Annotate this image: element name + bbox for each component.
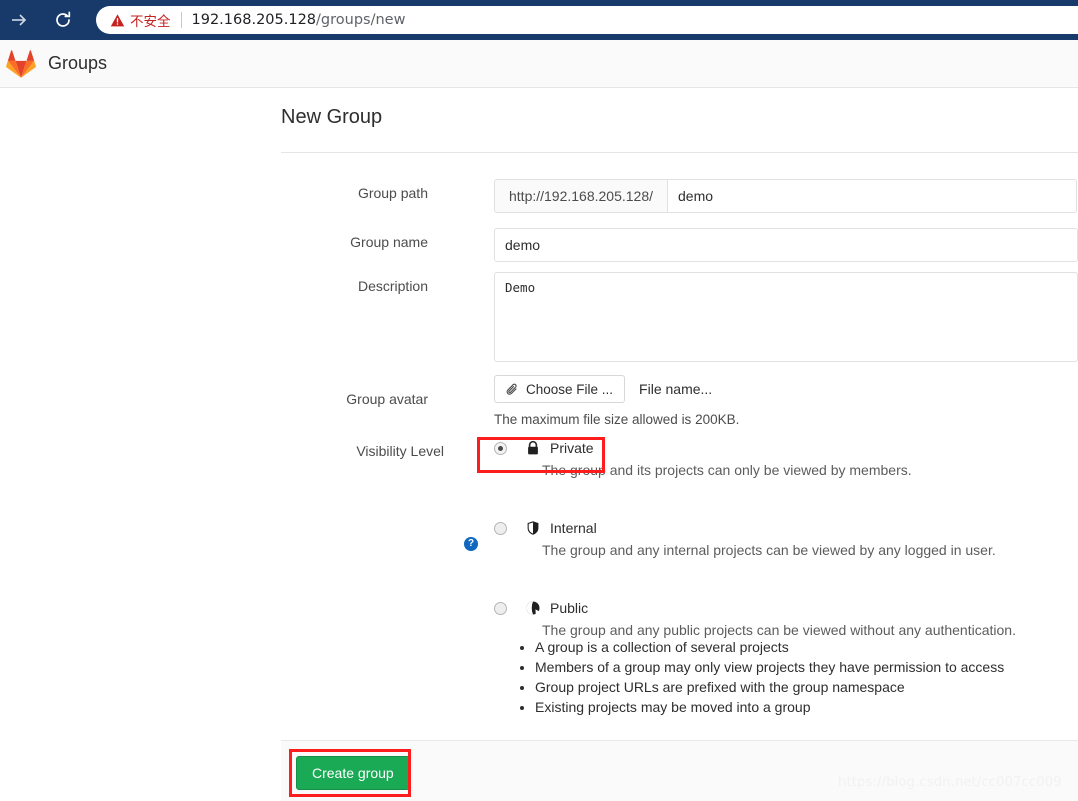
url-text: 192.168.205.128/groups/new	[192, 12, 406, 28]
visibility-name-internal: Internal	[550, 520, 597, 536]
group-path-prefix: http://192.168.205.128/	[494, 179, 668, 213]
choose-file-button[interactable]: Choose File ...	[494, 375, 626, 403]
description-label: Description	[357, 278, 428, 294]
visibility-desc-internal: The group and any internal projects can …	[542, 542, 996, 558]
visibility-help-icon[interactable]: ?	[464, 537, 478, 551]
url-path: /groups/new	[316, 12, 406, 28]
visibility-options: Private The group and its projects can o…	[494, 437, 1016, 638]
title-divider	[281, 152, 1078, 153]
lock-icon	[524, 439, 542, 457]
browser-toolbar: 不安全 192.168.205.128/groups/new	[0, 0, 1078, 40]
visibility-desc-private: The group and its projects can only be v…	[542, 462, 912, 478]
group-name-label: Group name	[350, 234, 428, 250]
group-path-control: http://192.168.205.128/ demo	[494, 179, 1078, 213]
list-item: Members of a group may only view project…	[535, 657, 1004, 677]
visibility-name-private: Private	[550, 440, 594, 456]
avatar-size-hint: The maximum file size allowed is 200KB.	[494, 412, 740, 427]
group-info-bullet-list: A group is a collection of several proje…	[513, 637, 1004, 717]
group-name-input[interactable]: demo	[494, 228, 1078, 262]
reload-icon[interactable]	[48, 5, 78, 35]
radio-internal[interactable]	[494, 521, 507, 535]
group-avatar-label: Group avatar	[346, 391, 428, 407]
list-item: A group is a collection of several proje…	[535, 637, 1004, 657]
group-path-label: Group path	[357, 185, 428, 201]
address-bar[interactable]: 不安全 192.168.205.128/groups/new	[96, 6, 1078, 34]
list-item: Existing projects may be moved into a gr…	[535, 697, 1004, 717]
visibility-option-internal[interactable]: Internal The group and any internal proj…	[494, 517, 1016, 558]
description-textarea[interactable]: Demo	[494, 272, 1078, 362]
gitlab-header: Groups	[0, 40, 1078, 88]
insecure-badge[interactable]: 不安全	[110, 10, 171, 30]
omnibox-separator	[180, 12, 182, 28]
group-avatar-control: Choose File ... File name... The maximum…	[494, 375, 739, 427]
visibility-desc-public: The group and any public projects can be…	[542, 622, 1016, 638]
radio-private[interactable]	[494, 441, 507, 455]
header-title: Groups	[48, 53, 108, 73]
form-footer-divider	[281, 740, 1078, 741]
page-content: New Group Group path http://192.168.205.…	[0, 89, 1078, 801]
gitlab-fox-logo[interactable]	[6, 49, 36, 79]
group-path-input-group: http://192.168.205.128/ demo	[494, 179, 1078, 213]
visibility-label: Visibility Level	[356, 443, 444, 459]
visibility-name-public: Public	[550, 600, 589, 616]
watermark: https://blog.csdn.net/cc007cc009	[838, 775, 1062, 790]
page-title: New Group	[281, 106, 383, 128]
visibility-option-private[interactable]: Private The group and its projects can o…	[494, 437, 1016, 478]
shield-icon	[524, 519, 542, 537]
visibility-option-public[interactable]: Public The group and any public projects…	[494, 597, 1016, 638]
insecure-label: 不安全	[130, 14, 171, 30]
paperclip-icon	[506, 383, 517, 395]
create-group-button[interactable]: Create group	[296, 756, 410, 790]
list-item: Group project URLs are prefixed with the…	[535, 677, 1004, 697]
file-name-label: File name...	[639, 381, 713, 397]
forward-arrow-icon[interactable]	[4, 5, 34, 35]
warning-triangle-icon	[110, 13, 125, 26]
globe-icon	[524, 599, 542, 617]
radio-public[interactable]	[494, 601, 507, 615]
choose-file-label: Choose File ...	[526, 381, 614, 397]
url-host: 192.168.205.128	[191, 12, 317, 28]
group-path-input[interactable]: demo	[667, 179, 1078, 213]
